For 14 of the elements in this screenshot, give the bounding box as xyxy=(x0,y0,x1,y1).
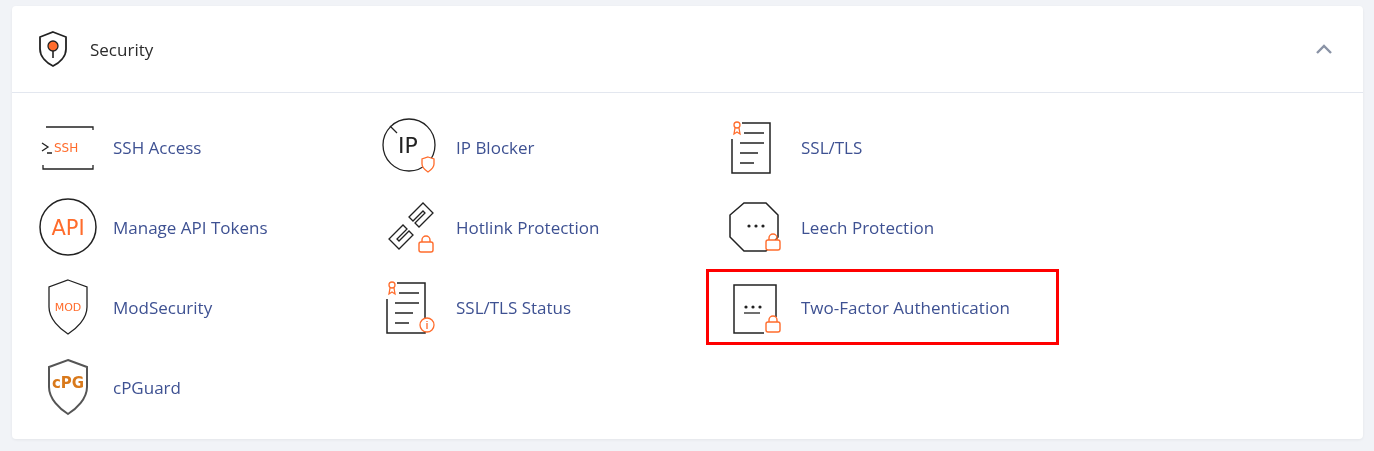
chevron-up-icon xyxy=(1315,43,1333,55)
tool-link[interactable]: IP IP Blocker xyxy=(361,109,584,185)
tool-link[interactable]: Hotlink Protection xyxy=(361,189,649,265)
tool-link[interactable]: cPG cPGuard xyxy=(18,349,230,425)
section-title: Security xyxy=(90,37,155,61)
tool-link[interactable]: Leech Protection xyxy=(706,189,984,265)
api-circle-icon: API xyxy=(38,197,98,257)
tool-link[interactable]: API Manage API Tokens xyxy=(18,189,317,265)
tool-link[interactable]: SSH SSH Access xyxy=(18,109,251,185)
shield-icon xyxy=(38,31,68,67)
tool-link[interactable]: SSL/TLS xyxy=(706,109,912,185)
tool-link[interactable]: SSL/TLS Status xyxy=(361,269,621,345)
tool-link[interactable]: MOD ModSecurity xyxy=(18,269,262,345)
tool-link[interactable]: Two-Factor Authentication xyxy=(706,269,1059,345)
